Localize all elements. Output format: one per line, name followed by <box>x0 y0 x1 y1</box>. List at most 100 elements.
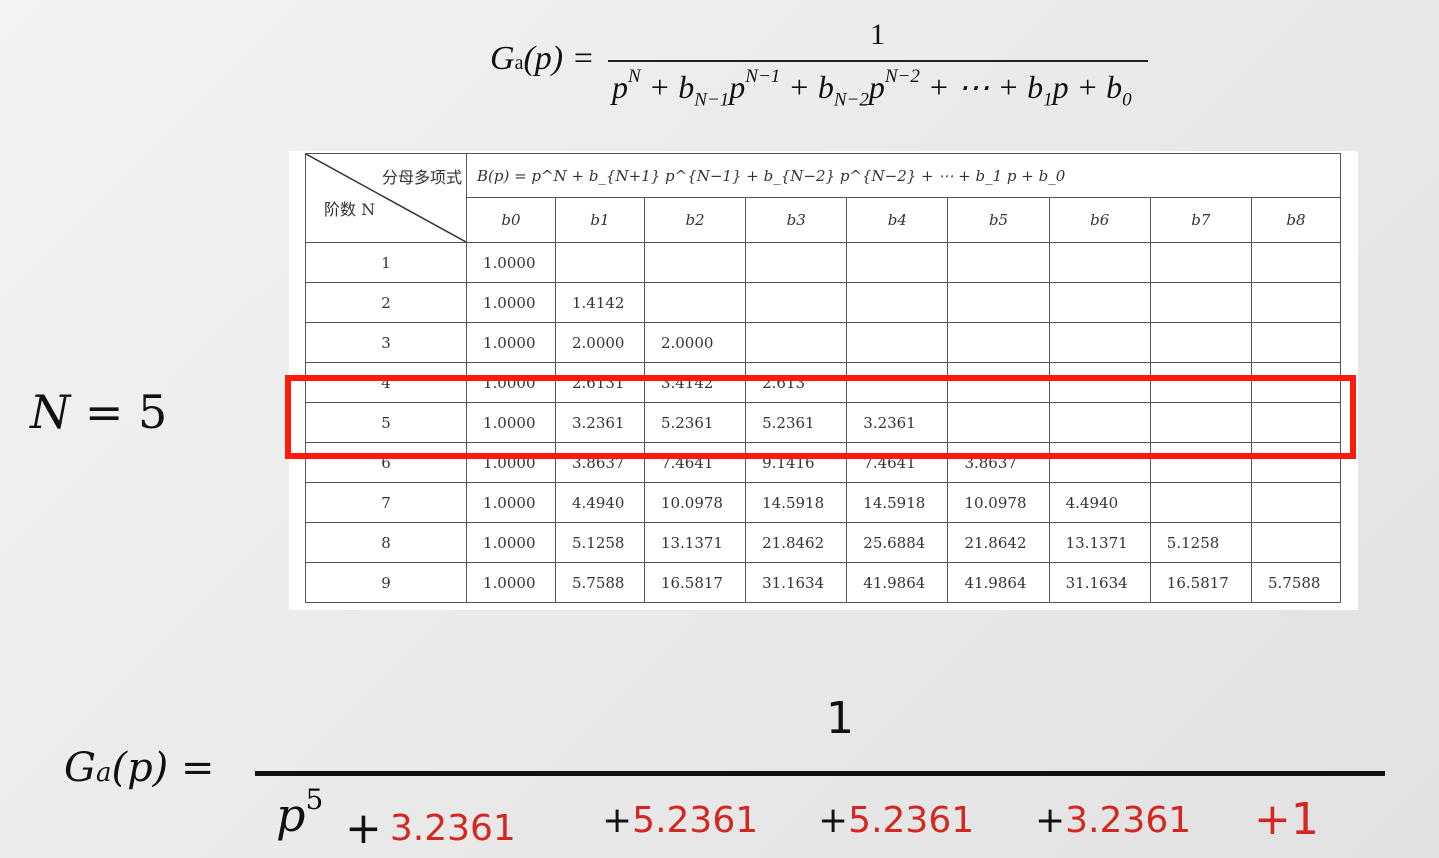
coefficient-cell: 21.8642 <box>947 522 1050 563</box>
bottom-formula-term-3: +5.2361 <box>818 800 975 841</box>
table-row: 1 1.0000 <box>305 242 1342 283</box>
order-cell: 1 <box>305 242 467 283</box>
top-formula-denominator: pN + bN−1pN−1 + bN−2pN−2 + ⋯ + b1p + b0 <box>612 66 1132 111</box>
coefficient-cell <box>846 282 949 323</box>
coefficient-header-b4: b4 <box>846 197 949 243</box>
coefficient-cell <box>1250 322 1342 363</box>
coefficient-cell: 16.5817 <box>1149 562 1252 603</box>
coefficient-cell <box>1250 482 1342 523</box>
table-row: 7 1.0000 4.4940 10.0978 14.5918 14.5918 10.097… <box>305 482 1342 523</box>
coefficient-cell <box>1048 282 1151 323</box>
table-corner-cell: 分母多项式 阶数 N <box>305 153 467 243</box>
coefficient-header-b1: b1 <box>554 197 645 243</box>
corner-label-order: 阶数 N <box>324 200 376 219</box>
top-formula-fraction-bar <box>608 60 1148 62</box>
top-transfer-function-formula: Ga(p) = 1 pN + bN−1pN−1 + bN−2pN−2 + ⋯ +… <box>490 18 1170 118</box>
order-variable: N <box>30 385 71 439</box>
table-row: 3 1.0000 2.0000 2.0000 <box>305 322 1342 363</box>
coefficient-header-b7: b7 <box>1149 197 1252 243</box>
coefficient-cell <box>745 322 848 363</box>
bottom-formula-constant-term: +1 <box>1254 794 1319 845</box>
coefficient-header-b5: b5 <box>947 197 1050 243</box>
coefficient-cell: 16.5817 <box>643 562 747 603</box>
coefficient-cell: 1.0000 <box>466 282 556 323</box>
coefficient-cell <box>1149 282 1252 323</box>
coefficient-cell: 14.5918 <box>846 482 949 523</box>
polynomial-header: B(p) = p^N + b_{N+1} p^{N−1} + b_{N−2} p… <box>466 153 1341 198</box>
coefficient-cell: 5.7588 <box>554 562 645 603</box>
coefficient-cell: 5.7588 <box>1250 562 1342 603</box>
coefficient-cell <box>643 282 747 323</box>
order-value: = 5 <box>70 385 168 439</box>
coefficient-cell <box>1149 242 1252 283</box>
top-formula-arg: (p) = <box>523 40 595 77</box>
coefficient-header-b6: b6 <box>1048 197 1151 243</box>
top-formula-numerator: 1 <box>870 18 885 51</box>
coefficient-cell: 31.1634 <box>745 562 848 603</box>
bottom-formula-numerator: 1 <box>826 693 854 744</box>
order-cell: 9 <box>305 562 467 603</box>
bottom-formula-term-1: +3.2361 <box>345 803 516 854</box>
coefficient-cell: 1.0000 <box>466 242 556 283</box>
bottom-formula-fraction-bar <box>255 771 1385 776</box>
coefficient-cell <box>1250 282 1342 323</box>
coefficient-cell <box>846 242 949 283</box>
bottom-formula-p-term: p5 <box>276 782 324 842</box>
order-cell: 8 <box>305 522 467 563</box>
coefficient-cell: 1.0000 <box>466 322 556 363</box>
coefficient-cell: 31.1634 <box>1048 562 1151 603</box>
coefficient-cell: 2.0000 <box>643 322 747 363</box>
corner-label-polynomial: 分母多项式 <box>381 168 462 187</box>
bottom-formula-term-4: +3.2361 <box>1035 800 1192 841</box>
coefficient-cell <box>1048 322 1151 363</box>
coefficient-cell <box>947 282 1050 323</box>
coefficient-cell <box>1250 242 1342 283</box>
coefficient-cell: 1.0000 <box>466 562 556 603</box>
coefficient-cell: 5.1258 <box>1149 522 1252 563</box>
coefficient-cell <box>1250 522 1342 563</box>
order-cell: 3 <box>305 322 467 363</box>
coefficient-header-b2: b2 <box>643 197 747 243</box>
coefficient-cell <box>745 242 848 283</box>
order-cell: 7 <box>305 482 467 523</box>
coefficient-cell <box>1149 322 1252 363</box>
coefficient-cell: 13.1371 <box>1048 522 1151 563</box>
coefficient-cell <box>643 242 747 283</box>
table-row: 8 1.0000 5.1258 13.1371 21.8462 25.6884 21.864… <box>305 522 1342 563</box>
coefficient-cell: 4.4940 <box>554 482 645 523</box>
coefficient-cell: 25.6884 <box>846 522 949 563</box>
coefficient-cell: 10.0978 <box>643 482 747 523</box>
coefficient-cell: 21.8462 <box>745 522 848 563</box>
table-header-row: 分母多项式 阶数 N B(p) = p^N + b_{N+1} p^{N−1} … <box>305 153 1341 243</box>
coefficient-cell <box>846 322 949 363</box>
coefficient-header-b3: b3 <box>745 197 848 243</box>
bottom-formula-lhs: Ga(p) = <box>64 745 215 791</box>
coefficient-header-b8: b8 <box>1250 197 1342 243</box>
coefficient-cell <box>947 322 1050 363</box>
coefficient-cell: 14.5918 <box>745 482 848 523</box>
coefficient-cell: 1.0000 <box>466 522 556 563</box>
top-formula-lhs: Ga(p) = <box>490 40 595 78</box>
table-row: 2 1.0000 1.4142 <box>305 282 1342 323</box>
coefficient-cell: 2.0000 <box>554 322 645 363</box>
coefficient-cell: 1.4142 <box>554 282 645 323</box>
table-row: 9 1.0000 5.7588 16.5817 31.1634 41.9864 41.986… <box>305 562 1342 603</box>
coefficient-cell: 4.4940 <box>1048 482 1151 523</box>
coefficient-cell <box>745 282 848 323</box>
coefficient-cell <box>947 242 1050 283</box>
coefficient-cell <box>1048 242 1151 283</box>
coefficient-cell: 41.9864 <box>846 562 949 603</box>
bottom-formula-term-2: +5.2361 <box>602 800 759 841</box>
coefficient-cell: 41.9864 <box>947 562 1050 603</box>
coefficient-cell: 5.1258 <box>554 522 645 563</box>
coefficient-cell <box>1149 482 1252 523</box>
order-cell: 2 <box>305 282 467 323</box>
coefficient-cell: 1.0000 <box>466 482 556 523</box>
order-label: N = 5 <box>30 385 167 439</box>
coefficient-header-b0: b0 <box>466 197 556 243</box>
coefficient-cell <box>554 242 645 283</box>
highlight-box-row-5 <box>285 375 1356 459</box>
top-formula-g: G <box>490 40 515 77</box>
coefficient-cell: 13.1371 <box>643 522 747 563</box>
coefficient-cell: 10.0978 <box>947 482 1050 523</box>
